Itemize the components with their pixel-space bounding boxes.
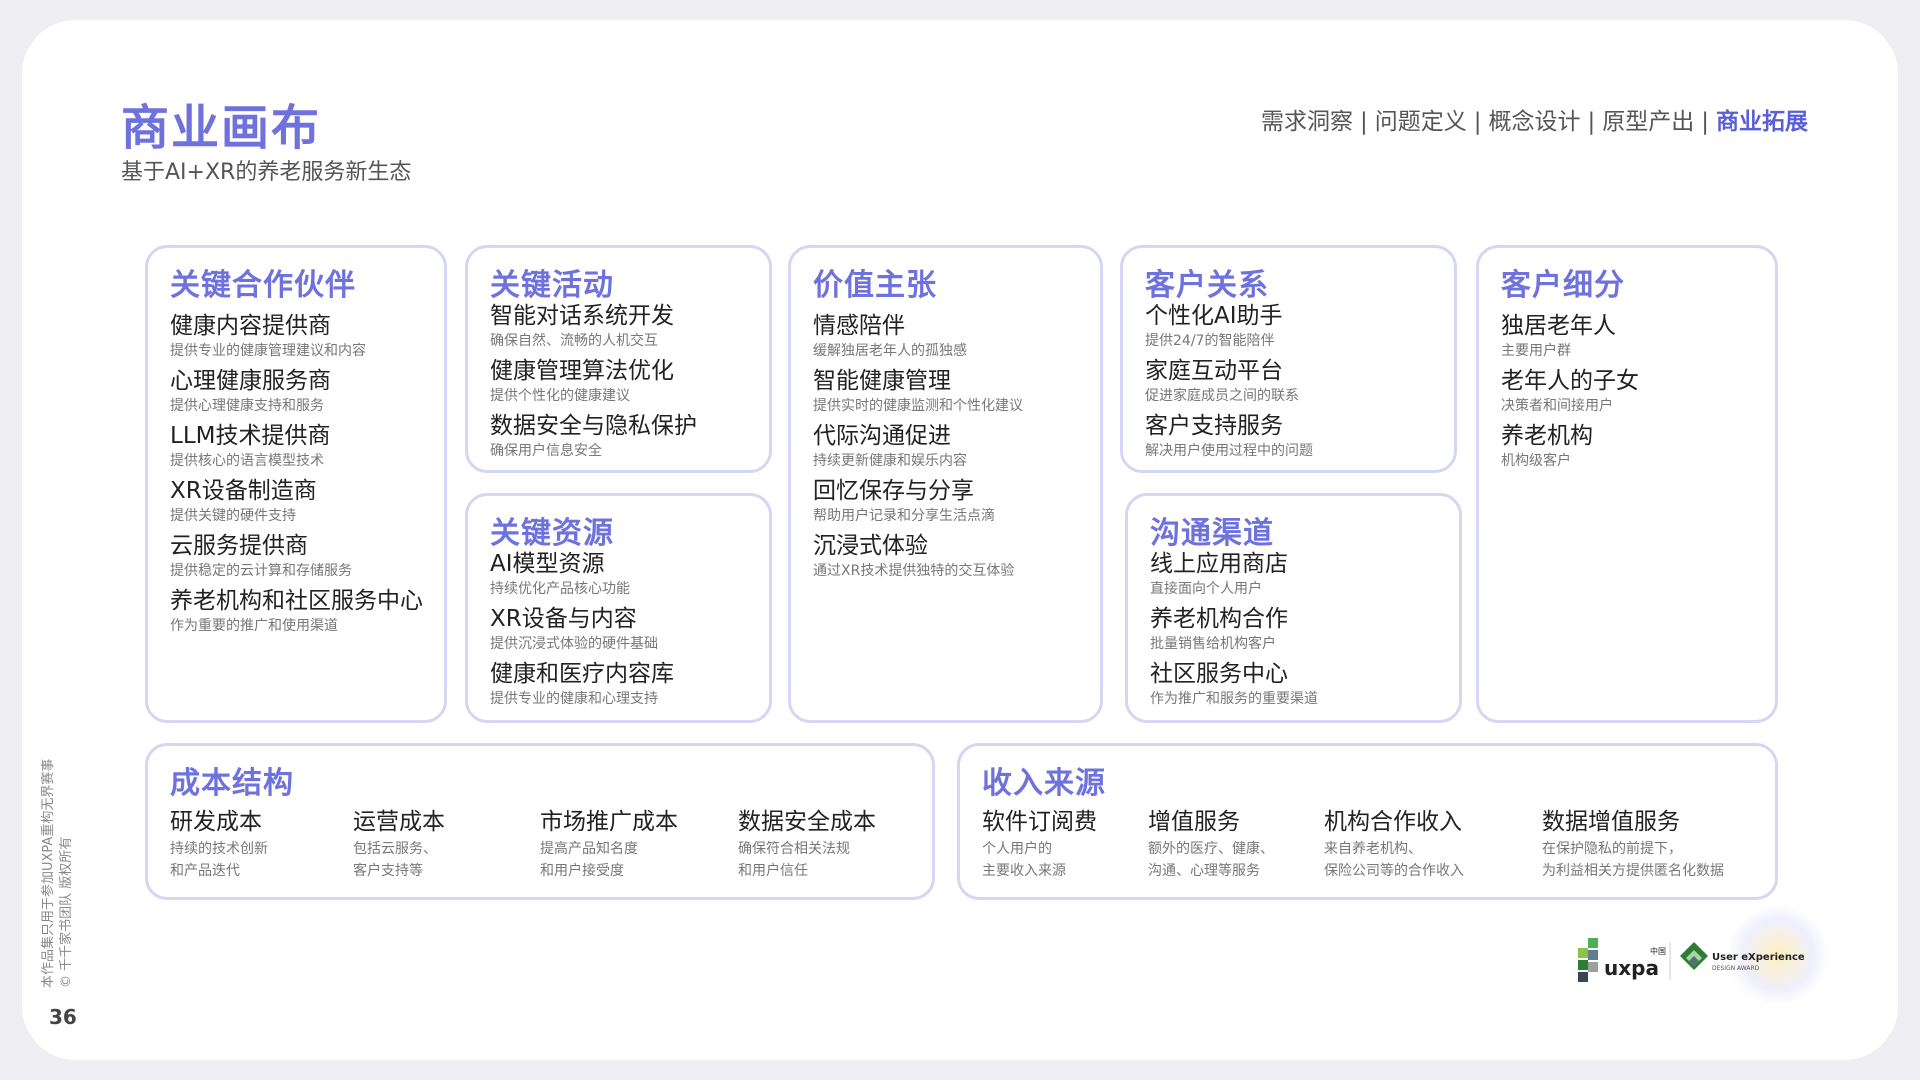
card-customer-relationships: 客户关系 个性化AI助手 提供24/7的智能陪伴 家庭互动平台 促进家庭成员之间的联…: [1120, 245, 1457, 473]
section-nav: 需求洞察 | 问题定义 | 概念设计 | 原型产出 | 商业拓展: [1261, 102, 1808, 136]
list-item: 回忆保存与分享 帮助用户记录和分享生活点滴: [813, 478, 995, 524]
nav-item-concept[interactable]: 概念设计: [1489, 109, 1581, 135]
list-item: 云服务提供商 提供稳定的云计算和存储服务: [170, 533, 352, 579]
list-item: 健康内容提供商 提供专业的健康管理建议和内容: [170, 313, 366, 359]
list-item: 软件订阅费 个人用户的 主要收入来源: [982, 809, 1097, 879]
card-title: 收入来源: [982, 766, 1106, 801]
list-item: 沉浸式体验 通过XR技术提供独特的交互体验: [813, 533, 1015, 579]
card-title: 客户细分: [1501, 268, 1625, 303]
list-item: 客户支持服务 解决用户使用过程中的问题: [1145, 413, 1313, 459]
list-item: 心理健康服务商 提供心理健康支持和服务: [170, 368, 331, 414]
list-item: 增值服务 额外的医疗、健康、 沟通、心理等服务: [1148, 809, 1274, 879]
card-key-resources: 关键资源 AI模型资源 持续优化产品核心功能 XR设备与内容 提供沉浸式体验的硬件基…: [465, 493, 772, 723]
logo-area: uxpa 中国 User eXperience DESIGN AWARD: [1578, 930, 1838, 990]
list-item: 情感陪伴 缓解独居老年人的孤独感: [813, 313, 967, 359]
card-title: 价值主张: [813, 268, 937, 303]
list-item: 健康和医疗内容库 提供专业的健康和心理支持: [490, 661, 674, 707]
page-number: 36: [49, 1005, 77, 1029]
list-item: 养老机构合作 批量销售给机构客户: [1150, 606, 1288, 652]
award-logo: [1680, 942, 1708, 970]
list-item: 养老机构 机构级客户: [1501, 423, 1593, 469]
card-title: 关键活动: [490, 268, 614, 303]
uxpa-logo: uxpa 中国 User eXperience DESIGN AWARD: [1578, 938, 1805, 982]
list-item: 个性化AI助手 提供24/7的智能陪伴: [1145, 303, 1283, 349]
list-item: 运营成本 包括云服务、 客户支持等: [353, 809, 445, 879]
list-item: 家庭互动平台 促进家庭成员之间的联系: [1145, 358, 1299, 404]
card-title: 沟通渠道: [1150, 516, 1274, 551]
nav-item-definition[interactable]: 问题定义: [1375, 109, 1467, 135]
card-channels: 沟通渠道 线上应用商店 直接面向个人用户 养老机构合作 批量销售给机构客户 社区服务…: [1125, 493, 1462, 723]
list-item: 智能对话系统开发 确保自然、流畅的人机交互: [490, 303, 674, 349]
list-item: 健康管理算法优化 提供个性化的健康建议: [490, 358, 674, 404]
card-title: 成本结构: [170, 766, 294, 801]
card-key-partners: 关键合作伙伴 健康内容提供商 提供专业的健康管理建议和内容 心理健康服务商 提供心理…: [145, 245, 447, 723]
list-item: 养老机构和社区服务中心 作为重要的推广和使用渠道: [170, 588, 423, 634]
card-value-proposition: 价值主张 情感陪伴 缓解独居老年人的孤独感 智能健康管理 提供实时的健康监测和个性化…: [788, 245, 1103, 723]
award-logo-text: User eXperience: [1712, 952, 1805, 963]
nav-separator: |: [1701, 109, 1709, 135]
nav-item-prototype[interactable]: 原型产出: [1602, 109, 1694, 135]
nav-separator: |: [1587, 109, 1596, 135]
list-item: 数据安全成本 确保符合相关法规 和用户信任: [738, 809, 876, 879]
list-item: AI模型资源 持续优化产品核心功能: [490, 551, 630, 597]
page-title: 商业画布: [121, 100, 322, 156]
list-item: 数据增值服务 在保护隐私的前提下， 为利益相关方提供匿名化数据: [1542, 809, 1724, 879]
card-customer-segments: 客户细分 独居老年人 主要用户群 老年人的子女 决策者和间接用户 养老机构 机构级客户: [1476, 245, 1778, 723]
list-item: LLM技术提供商 提供核心的语言模型技术: [170, 423, 331, 469]
nav-item-business-active[interactable]: 商业拓展: [1716, 109, 1808, 135]
page-subtitle: 基于AI+XR的养老服务新生态: [121, 160, 412, 185]
nav-separator: |: [1473, 109, 1482, 135]
copyright-note: 本作品集只用于参加UXPA重构无界赛事 © 千千家书团队 版权所有: [41, 758, 74, 988]
uxpa-logo-text: uxpa: [1604, 956, 1659, 980]
list-item: 智能健康管理 提供实时的健康监测和个性化建议: [813, 368, 1023, 414]
nav-separator: |: [1360, 109, 1368, 135]
nav-item-insight[interactable]: 需求洞察: [1261, 109, 1353, 135]
list-item: 市场推广成本 提高产品知名度 和用户接受度: [540, 809, 678, 879]
list-item: 老年人的子女 决策者和间接用户: [1501, 368, 1639, 414]
list-item: 线上应用商店 直接面向个人用户: [1150, 551, 1288, 597]
card-title: 关键资源: [490, 516, 614, 551]
card-revenue-streams: 收入来源 软件订阅费 个人用户的 主要收入来源 增值服务 额外的医疗、健康、 沟通、心理…: [957, 743, 1778, 900]
list-item: 研发成本 持续的技术创新 和产品迭代: [170, 809, 268, 879]
list-item: 数据安全与隐私保护 确保用户信息安全: [490, 413, 697, 459]
list-item: 代际沟通促进 持续更新健康和娱乐内容: [813, 423, 967, 469]
list-item: XR设备与内容 提供沉浸式体验的硬件基础: [490, 606, 658, 652]
uxpa-logo-cn: 中国: [1650, 946, 1666, 956]
list-item: XR设备制造商 提供关键的硬件支持: [170, 478, 317, 524]
card-key-activities: 关键活动 智能对话系统开发 确保自然、流畅的人机交互 健康管理算法优化 提供个性化的…: [465, 245, 772, 473]
card-cost-structure: 成本结构 研发成本 持续的技术创新 和产品迭代 运营成本 包括云服务、 客户支持等 市场…: [145, 743, 935, 900]
card-title: 客户关系: [1145, 268, 1269, 303]
award-logo-subtext: DESIGN AWARD: [1712, 965, 1760, 972]
list-item: 独居老年人 主要用户群: [1501, 313, 1616, 359]
list-item: 机构合作收入 来自养老机构、 保险公司等的合作收入: [1324, 809, 1464, 879]
card-title: 关键合作伙伴: [170, 268, 356, 303]
list-item: 社区服务中心 作为推广和服务的重要渠道: [1150, 661, 1318, 707]
